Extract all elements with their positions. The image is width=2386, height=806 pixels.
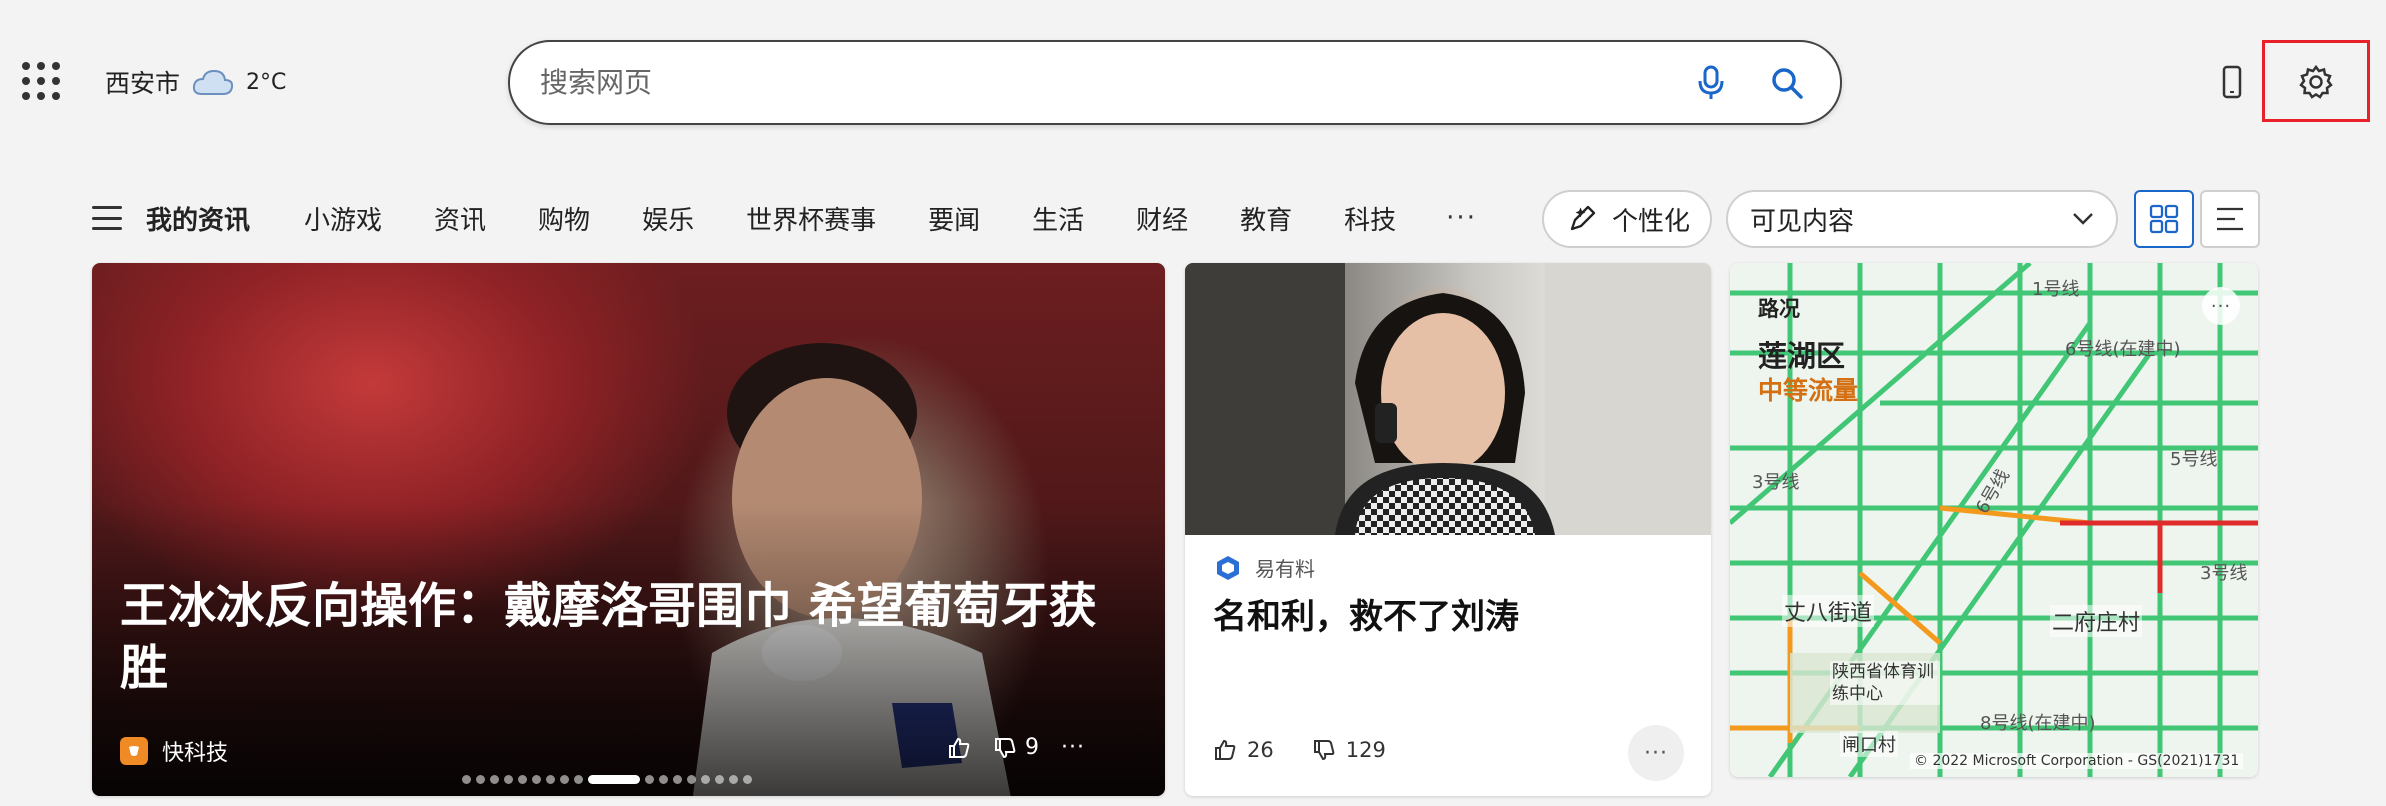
map-road-label: 8号线(在建中) [1980,713,2096,734]
traffic-map-card[interactable]: 路况 莲湖区 中等流量 ··· 1号线 6号线(在建中) 5号线 3号线 6号线… [1730,263,2258,777]
carousel-dot[interactable] [476,775,485,784]
mobile-phone-icon[interactable] [2212,60,2252,104]
article-card[interactable]: 易有料 名和利，救不了刘涛 26 129 ··· [1185,263,1711,796]
carousel-dot[interactable] [729,775,738,784]
traffic-label: 路况 [1758,297,1800,321]
nav-tab-news[interactable]: 资讯 [434,200,486,237]
grid-view-button[interactable] [2134,190,2194,248]
dislike-count: 129 [1345,738,1386,762]
nav-tab-world-cup[interactable]: 世界杯赛事 [746,200,876,237]
carousel-dot[interactable] [462,775,471,784]
grid-view-icon [2149,204,2179,234]
article-source[interactable]: 易有料 [1215,553,1315,582]
traffic-district: 莲湖区 [1758,339,1846,373]
like-button[interactable] [947,736,971,760]
carousel-dot[interactable] [560,775,569,784]
carousel-dot[interactable] [504,775,513,784]
carousel-dot[interactable] [715,775,724,784]
hero-source[interactable]: 快科技 [120,735,228,767]
carousel-dot[interactable] [743,775,752,784]
carousel-dot[interactable] [518,775,527,784]
map-place-label: 闸口村 [1840,731,1898,757]
article-source-name: 易有料 [1255,557,1315,581]
carousel-dot[interactable] [532,775,541,784]
like-button[interactable]: 26 [1213,738,1274,762]
map-road-label: 5号线 [2170,449,2218,470]
settings-gear-icon[interactable] [2288,58,2344,106]
search-input[interactable] [540,66,1658,99]
dislike-count: 9 [1025,735,1039,760]
yiyouliao-logo-icon [1217,555,1239,580]
personalize-button[interactable]: 个性化 [1542,190,1712,248]
thumbs-up-icon [949,737,970,758]
carousel-dot[interactable] [490,775,499,784]
map-road-label: 3号线 [1752,472,1800,493]
hero-more-button[interactable]: ··· [1061,735,1085,760]
thumbs-up-icon [1215,739,1236,760]
nav-tab-technology[interactable]: 科技 [1344,200,1396,237]
more-dots-icon: ··· [1644,740,1668,766]
nav-more-button[interactable]: ··· [1446,203,1477,233]
nav-tab-life[interactable]: 生活 [1032,200,1084,237]
nav-tab-education[interactable]: 教育 [1240,200,1292,237]
weather-temperature: 2°C [246,69,287,95]
map-place-label: 陕西省体育训练中心 [1830,661,1940,705]
article-headline[interactable]: 名和利，救不了刘涛 [1213,589,1519,638]
carousel-dot[interactable] [701,775,710,784]
carousel-dot[interactable] [687,775,696,784]
search-icon[interactable] [1764,60,1810,106]
weather-widget[interactable]: 西安市 2°C [105,62,286,102]
list-view-icon [2217,207,2243,231]
thumbs-down-icon [1313,740,1335,761]
article-thumbnail [1185,263,1711,535]
article-actions: 26 129 [1213,738,1386,762]
dislike-button[interactable]: 9 [993,735,1039,760]
hero-headline[interactable]: 王冰冰反向操作：戴摩洛哥围巾 希望葡萄牙获胜 [120,575,1130,699]
hero-gradient-overlay [92,263,1165,796]
carousel-pagination [462,775,752,784]
carousel-dot[interactable] [673,775,682,784]
nav-tab-entertainment[interactable]: 娱乐 [642,200,694,237]
map-copyright: © 2022 Microsoft Corporation - GS(2021)1… [1910,753,2244,769]
list-view-button[interactable] [2200,190,2260,248]
traffic-status: 中等流量 [1758,376,1859,405]
map-road-label: 3号线 [2200,563,2248,584]
nav-tab-my-feed[interactable]: 我的资讯 [146,200,250,237]
visible-content-dropdown[interactable]: 可见内容 [1726,190,2118,248]
hero-source-name: 快科技 [162,741,229,766]
map-road-label: 6号线(在建中) [2065,339,2181,360]
microphone-icon[interactable] [1688,60,1734,106]
nav-tab-headlines[interactable]: 要闻 [928,200,980,237]
nav-tab-shopping[interactable]: 购物 [538,200,590,237]
carousel-dot[interactable] [574,775,583,784]
dislike-button[interactable]: 129 [1312,738,1386,762]
carousel-dot[interactable] [546,775,555,784]
carousel-dot-active[interactable] [588,775,640,784]
traffic-more-button[interactable]: ··· [2202,287,2240,325]
hero-news-card[interactable]: 王冰冰反向操作：戴摩洛哥围巾 希望葡萄牙获胜 快科技 9 ··· [92,263,1165,796]
map-place-label: 丈八街道 [1782,595,1875,627]
hero-actions: 9 ··· [947,735,1085,760]
nav-tab-mini-games[interactable]: 小游戏 [304,200,382,237]
app-launcher-icon[interactable] [22,62,60,100]
sparkle-pencil-icon [1570,205,1596,231]
map-road-label: 1号线 [2032,279,2080,300]
chevron-down-icon [2073,213,2093,225]
map-place-label: 二府庄村 [2050,605,2143,637]
hamburger-menu-icon[interactable] [92,206,122,230]
kuai-tech-logo-icon [120,737,148,765]
search-box [508,40,1842,125]
nav-tab-finance[interactable]: 财经 [1136,200,1188,237]
visible-content-label: 可见内容 [1750,206,1855,237]
more-dots-icon: ··· [2210,295,2232,317]
like-count: 26 [1247,738,1274,762]
carousel-dot[interactable] [645,775,654,784]
personalize-label: 个性化 [1612,206,1691,237]
weather-city: 西安市 [105,69,181,98]
cloud-icon [192,69,234,95]
category-nav: 我的资讯 小游戏 资讯 购物 娱乐 世界杯赛事 要闻 生活 财经 教育 科技 ·… [146,196,1477,240]
carousel-dot[interactable] [659,775,668,784]
thumbs-down-icon [995,737,1016,758]
article-more-button[interactable]: ··· [1628,725,1684,781]
